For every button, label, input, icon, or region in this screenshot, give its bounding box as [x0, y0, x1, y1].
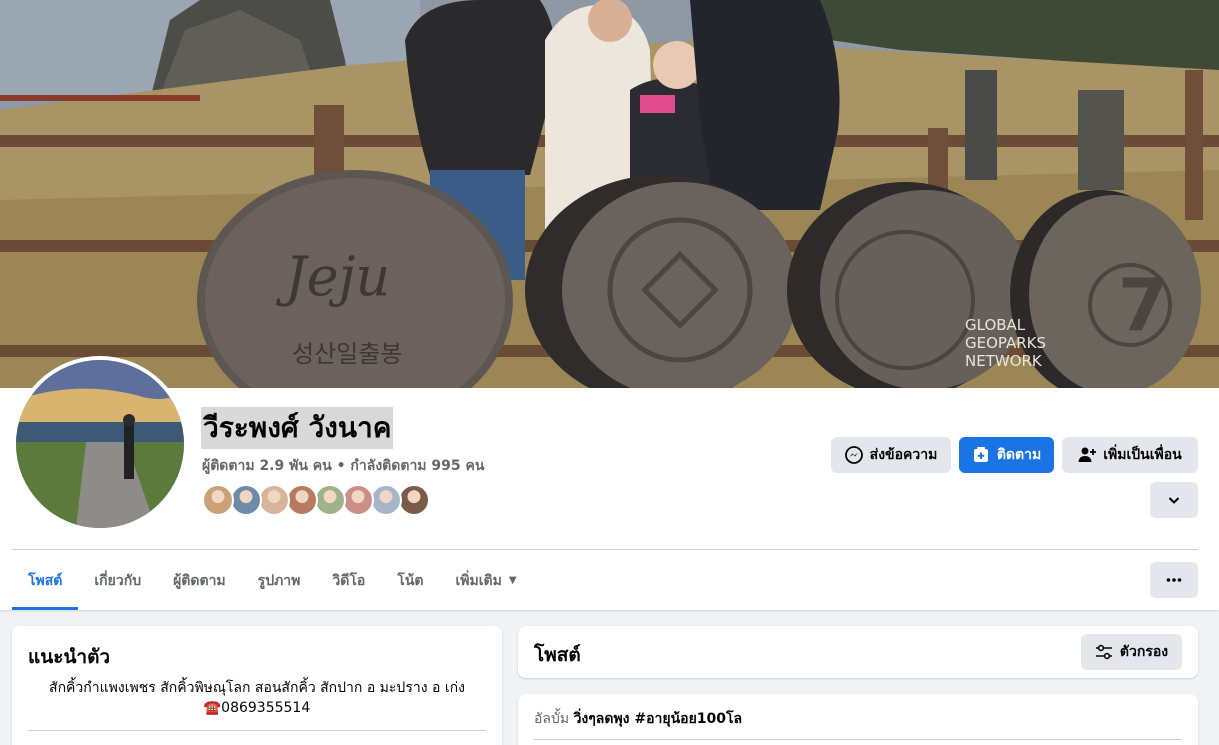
avatar-image: [16, 360, 184, 528]
cover-photo[interactable]: 7 Jeju 성산일출봉 GLOBAL GEOPARKS NETWORK: [0, 0, 1219, 388]
follow-button-label: ติดตาม: [996, 447, 1042, 463]
tab-followers[interactable]: ผู้ติดตาม: [157, 551, 242, 610]
add-friend-icon: [1078, 446, 1097, 464]
intro-bio-line: สักคิ้วกำแพงเพชร สักคิ้วพิษณุโลก สอนสักค…: [49, 680, 465, 696]
profile-name: วีระพงศ์ วังนาค: [201, 407, 394, 449]
intro-card: แนะนำตัว สักคิ้วกำแพงเพชร สักคิ้วพิษณุโล…: [12, 626, 502, 745]
intro-title: แนะนำตัว: [28, 646, 111, 668]
add-friend-button[interactable]: เพิ่มเป็นเพื่อน: [1062, 437, 1198, 473]
follower-avatar[interactable]: [314, 484, 346, 516]
follower-avatar[interactable]: [202, 484, 234, 516]
intro-phone: ☎️0869355514: [203, 700, 311, 716]
filter-icon: [1095, 643, 1113, 661]
profile-avatar[interactable]: [12, 356, 188, 532]
follower-avatar[interactable]: [370, 484, 402, 516]
follower-avatar[interactable]: [230, 484, 262, 516]
follower-avatars[interactable]: [202, 484, 430, 516]
header-divider: [12, 549, 1198, 550]
filter-button-label: ตัวกรอง: [1119, 644, 1169, 660]
chevron-down-icon: [1165, 491, 1183, 509]
tab-more[interactable]: เพิ่มเติม ▼: [439, 551, 532, 610]
facebook-profile-page: 7 Jeju 성산일출봉 GLOBAL GEOPARKS NETWORK วีร…: [0, 0, 1219, 745]
follower-avatar[interactable]: [342, 484, 374, 516]
follower-avatar[interactable]: [258, 484, 290, 516]
messenger-icon: [844, 446, 863, 464]
svg-text:GLOBAL: GLOBAL: [965, 316, 1026, 334]
svg-text:NETWORK: NETWORK: [965, 352, 1043, 370]
follower-avatar[interactable]: [286, 484, 318, 516]
message-button-label: ส่งข้อความ: [869, 447, 938, 463]
caret-down-icon: ▼: [508, 575, 517, 586]
tabs-more-button[interactable]: [1150, 562, 1198, 598]
album-prefix: อัลบั้ม: [534, 711, 570, 727]
follow-icon: [972, 446, 990, 464]
filter-button[interactable]: ตัวกรอง: [1081, 634, 1182, 670]
svg-text:성산일출봉: 성산일출봉: [292, 340, 402, 368]
posts-header-card: โพสต์ ตัวกรอง: [518, 626, 1198, 678]
album-name[interactable]: วิ่งๆลดพุง #อายุน้อย100โล: [574, 711, 743, 727]
more-options-button[interactable]: [1150, 482, 1198, 518]
follower-avatar[interactable]: [398, 484, 430, 516]
svg-text:GEOPARKS: GEOPARKS: [965, 334, 1046, 352]
tab-videos[interactable]: วิดีโอ: [316, 551, 381, 610]
tab-about[interactable]: เกี่ยวกับ: [78, 551, 157, 610]
posts-title: โพสต์: [534, 644, 581, 666]
intro-bio: สักคิ้วกำแพงเพชร สักคิ้วพิษณุโลก สอนสักค…: [28, 678, 486, 718]
message-button[interactable]: ส่งข้อความ: [831, 437, 951, 473]
tab-photos[interactable]: รูปภาพ: [242, 551, 317, 610]
add-friend-button-label: เพิ่มเป็นเพื่อน: [1103, 447, 1182, 463]
tab-posts[interactable]: โพสต์: [12, 551, 79, 610]
tab-notes[interactable]: โน้ต: [381, 551, 439, 610]
svg-text:7: 7: [1118, 263, 1168, 347]
follow-button[interactable]: ติดตาม: [959, 437, 1054, 473]
album-line: อัลบั้ม วิ่งๆลดพุง #อายุน้อย100โล: [534, 708, 742, 730]
album-post-card: อัลบั้ม วิ่งๆลดพุง #อายุน้อย100โล: [518, 694, 1198, 745]
profile-tabs: โพสต์ เกี่ยวกับ ผู้ติดตาม รูปภาพ วิดีโอ …: [12, 551, 533, 610]
ellipsis-icon: [1165, 571, 1183, 589]
svg-text:Jeju: Jeju: [275, 245, 390, 308]
follower-counts[interactable]: ผู้ติดตาม 2.9 พัน คน • กำลังติดตาม 995 ค…: [202, 455, 484, 477]
intro-divider: [28, 730, 486, 731]
album-divider: [534, 739, 1182, 740]
